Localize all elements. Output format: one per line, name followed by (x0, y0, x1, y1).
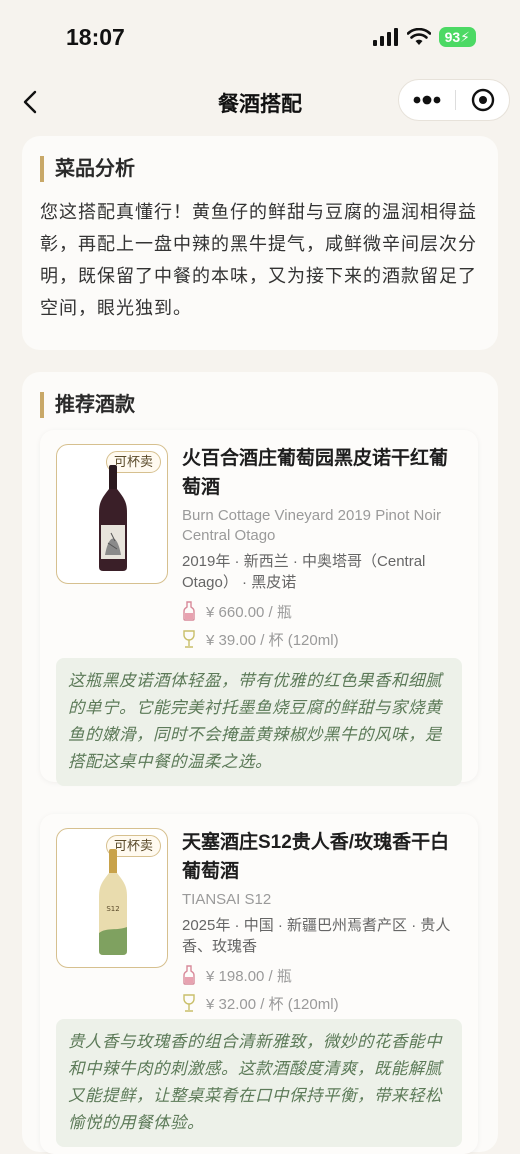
battery-indicator: 93⚡ (438, 27, 476, 47)
wine-name: 天塞酒庄S12贵人香/玫瑰香干白葡萄酒 (182, 832, 450, 882)
section-heading: 菜品分析 (40, 156, 135, 182)
close-mini-program-button[interactable] (463, 86, 503, 114)
recommended-wines-card: 推荐酒款 可杯卖 火百合酒庄葡萄园黑皮诺干红葡萄酒 Burn Cottage V… (22, 372, 498, 1154)
bottle-icon (183, 965, 195, 985)
section-heading: 推荐酒款 (40, 392, 135, 418)
wifi-icon (406, 28, 431, 45)
wine-info: 火百合酒庄葡萄园黑皮诺干红葡萄酒 Burn Cottage Vineyard 2… (182, 444, 464, 649)
dish-analysis-card: 菜品分析 您这搭配真懂行！黄鱼仔的鲜甜与豆腐的温润相得益彰，再配上一盘中辣的黑牛… (22, 136, 498, 350)
wine-meta: 2019年 · 新西兰 · 中奥塔哥（Central Otago） · 黑皮诺 (182, 553, 426, 591)
wine-english-name: TIANSAI S12 (182, 891, 272, 908)
more-dots-icon (413, 95, 441, 105)
wine-thumbnail: 可杯卖 S12 (56, 828, 168, 968)
wine-meta: 2025年 · 中国 · 新疆巴州焉耆产区 · 贵人香、玫瑰香 (182, 917, 451, 955)
bottle-price-row: ¥ 660.00 / 瓶 (182, 601, 464, 621)
wine-glass-icon (183, 994, 195, 1012)
pairing-note: 这瓶黑皮诺酒体轻盈，带有优雅的红色果香和细腻的单宁。它能完美衬托墨鱼烧豆腐的鲜甜… (56, 658, 462, 786)
red-wine-bottle-image (99, 465, 127, 571)
status-icons: 93⚡ (372, 27, 476, 47)
mini-program-capsule (398, 79, 510, 121)
analysis-text: 您这搭配真懂行！黄鱼仔的鲜甜与豆腐的温润相得益彰，再配上一盘中辣的黑牛提气，咸鲜… (40, 202, 477, 318)
status-time: 18:07 (66, 24, 125, 50)
bottle-price-row: ¥ 198.00 / 瓶 (182, 965, 464, 985)
wine-thumbnail: 可杯卖 (56, 444, 168, 584)
glass-price-row: ¥ 39.00 / 杯 (120ml) (182, 629, 464, 649)
pairing-note: 贵人香与玫瑰香的组合清新雅致，微妙的花香能中和中辣牛肉的刺激感。这款酒酸度清爽，… (56, 1019, 462, 1147)
capsule-divider (455, 90, 456, 110)
white-wine-bottle-image: S12 (99, 849, 127, 955)
bottle-icon (183, 601, 195, 621)
status-bar: 18:07 93⚡ (0, 0, 520, 74)
bottle-price: ¥ 198.00 / 瓶 (206, 967, 292, 985)
wine-item[interactable]: 可杯卖 S12 天塞酒庄S12贵人香/玫瑰香干白葡萄酒 TIANSAI S12 … (40, 814, 478, 1154)
wine-name: 火百合酒庄葡萄园黑皮诺干红葡萄酒 (182, 448, 449, 498)
wine-item[interactable]: 可杯卖 火百合酒庄葡萄园黑皮诺干红葡萄酒 Burn Cottage Vineya… (40, 430, 478, 786)
glass-price: ¥ 32.00 / 杯 (120ml) (206, 995, 339, 1013)
svg-text:S12: S12 (106, 905, 119, 913)
wine-english-name: Burn Cottage Vineyard 2019 Pinot Noir Ce… (182, 507, 442, 544)
signal-icon (372, 28, 398, 46)
wine-glass-icon (183, 630, 195, 648)
glass-price-row: ¥ 32.00 / 杯 (120ml) (182, 993, 464, 1013)
battery-level: 93 (444, 29, 461, 45)
bottle-price: ¥ 660.00 / 瓶 (206, 603, 292, 621)
more-button[interactable] (407, 86, 447, 114)
wine-info: 天塞酒庄S12贵人香/玫瑰香干白葡萄酒 TIANSAI S12 2025年 · … (182, 828, 464, 1013)
target-icon (471, 88, 495, 112)
glass-price: ¥ 39.00 / 杯 (120ml) (206, 631, 339, 649)
navigation-bar: 餐酒搭配 (0, 74, 520, 130)
